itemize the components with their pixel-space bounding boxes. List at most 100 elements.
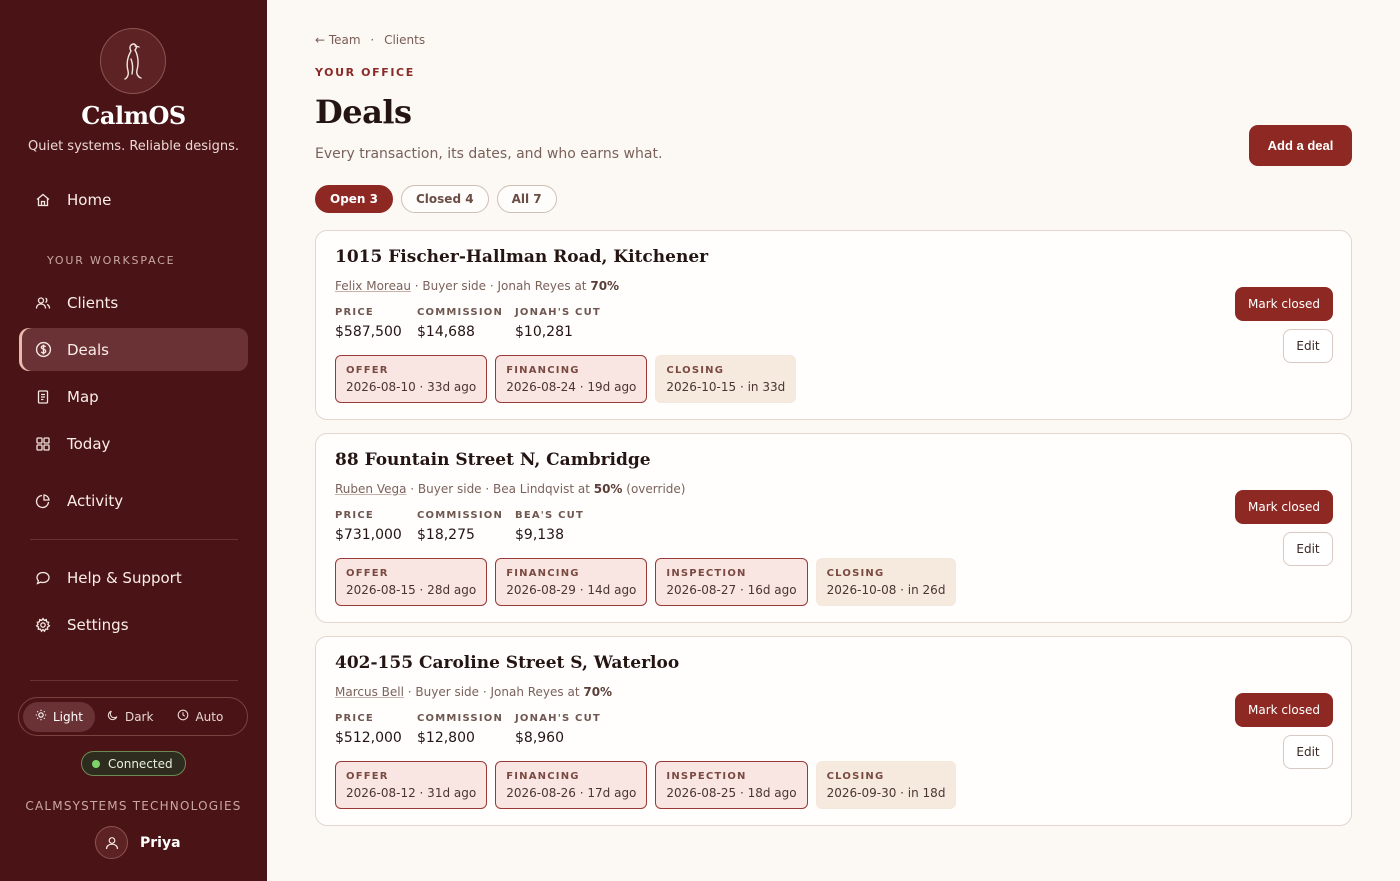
milestone-label: INSPECTION <box>666 567 747 579</box>
sidebar-item-settings[interactable]: Settings <box>19 603 248 646</box>
milestone-date: 2026-08-10 · 33d ago <box>346 379 477 394</box>
milestone-label: CLOSING <box>826 770 885 782</box>
sidebar-item-label: Help & Support <box>67 568 182 587</box>
sidebar: CalmOS Quiet systems. Reliable designs. … <box>0 0 267 881</box>
chart-icon <box>34 492 52 510</box>
workspace-section-label: YOUR WORKSPACE <box>47 254 176 267</box>
sidebar-item-deals[interactable]: Deals <box>19 328 248 371</box>
breadcrumb-clients-link[interactable]: Clients <box>384 33 425 47</box>
users-icon <box>34 294 52 312</box>
sidebar-item-label: Today <box>67 434 111 453</box>
stat-commission: COMMISSION $18,275 <box>417 510 504 543</box>
deal-meta: Ruben Vega · Buyer side · Bea Lindqvist … <box>335 482 685 496</box>
sidebar-item-label: Deals <box>67 340 109 359</box>
deal-client-link[interactable]: Felix Moreau <box>335 279 411 293</box>
page-title: Deals <box>315 93 412 131</box>
milestone-closing: CLOSING 2026-10-08 · in 26d <box>815 558 957 606</box>
breadcrumb: ← Team · Clients <box>315 33 425 47</box>
sidebar-divider <box>30 539 238 540</box>
penguin-logo-icon <box>124 43 142 80</box>
moon-icon <box>107 709 119 724</box>
sidebar-item-home[interactable]: Home <box>19 178 248 221</box>
milestone-label: OFFER <box>346 770 389 782</box>
sidebar-item-label: Home <box>67 190 112 209</box>
deal-address: 88 Fountain Street N, Cambridge <box>335 450 651 470</box>
dollar-icon <box>34 341 52 359</box>
mark-closed-button[interactable]: Mark closed <box>1235 693 1333 727</box>
deal-split-percent: 50% <box>593 482 623 496</box>
company-name: CALMSYSTEMS TECHNOLOGIES <box>25 799 242 813</box>
deal-side: · Buyer side · Bea Lindqvist at <box>406 482 594 496</box>
breadcrumb-back-link[interactable]: ← Team <box>315 33 361 47</box>
sidebar-item-map[interactable]: Map <box>19 375 248 418</box>
milestone-financing: FINANCING 2026-08-24 · 19d ago <box>495 355 648 403</box>
mark-closed-button[interactable]: Mark closed <box>1235 287 1333 321</box>
deal-side: · Buyer side · Jonah Reyes at <box>410 279 591 293</box>
milestone-offer: OFFER 2026-08-10 · 33d ago <box>335 355 488 403</box>
sidebar-item-today[interactable]: Today <box>19 422 248 465</box>
stat-label: COMMISSION <box>417 510 504 521</box>
chat-icon <box>34 569 52 587</box>
theme-auto-option[interactable]: Auto <box>165 702 235 732</box>
page-subtitle: Every transaction, its dates, and who ea… <box>315 146 663 162</box>
theme-dark-option[interactable]: Dark <box>95 702 165 732</box>
deal-meta: Marcus Bell · Buyer side · Jonah Reyes a… <box>335 685 612 699</box>
stat-label: JONAH'S CUT <box>515 713 601 724</box>
stat-value: $731,000 <box>335 527 402 543</box>
stat-commission: COMMISSION $12,800 <box>417 713 502 746</box>
status-dot-icon <box>92 759 100 768</box>
deal-filters: Open 3 Closed 4 All 7 <box>315 185 557 213</box>
edit-button[interactable]: Edit <box>1283 329 1333 363</box>
deal-card: 1015 Fischer-Hallman Road, Kitchener Fel… <box>315 230 1352 420</box>
milestone-closing: CLOSING 2026-09-30 · in 18d <box>815 761 957 809</box>
mark-closed-button[interactable]: Mark closed <box>1235 490 1333 524</box>
theme-light-label: Light <box>53 709 83 724</box>
deal-stats: PRICE $512,000 COMMISSION $12,800 JONAH'… <box>335 713 601 746</box>
document-icon <box>34 388 52 406</box>
grid-icon <box>34 435 52 453</box>
add-deal-button[interactable]: Add a deal <box>1249 125 1352 166</box>
milestone-label: CLOSING <box>826 567 885 579</box>
theme-auto-label: Auto <box>195 709 224 724</box>
filter-closed[interactable]: Closed 4 <box>401 185 489 213</box>
stat-label: PRICE <box>335 307 374 318</box>
milestone-date: 2026-10-15 · in 33d <box>666 379 786 394</box>
edit-button[interactable]: Edit <box>1283 735 1333 769</box>
milestone-inspection: INSPECTION 2026-08-25 · 18d ago <box>655 761 808 809</box>
milestone-date: 2026-08-12 · 31d ago <box>346 785 477 800</box>
stat-label: JONAH'S CUT <box>515 307 601 318</box>
sidebar-item-label: Activity <box>67 491 124 510</box>
stat-label: COMMISSION <box>417 307 504 318</box>
milestone-date: 2026-08-29 · 14d ago <box>506 582 637 597</box>
filter-open[interactable]: Open 3 <box>315 185 393 213</box>
theme-dark-label: Dark <box>124 709 154 724</box>
deal-split-percent: 70% <box>583 685 613 699</box>
theme-light-option[interactable]: Light <box>23 701 95 732</box>
user-name: Priya <box>140 834 181 851</box>
stat-value: $12,800 <box>417 730 475 746</box>
edit-button[interactable]: Edit <box>1283 532 1333 566</box>
sidebar-item-activity[interactable]: Activity <box>19 479 248 522</box>
milestone-closing: CLOSING 2026-10-15 · in 33d <box>655 355 797 403</box>
sidebar-item-label: Clients <box>67 293 119 312</box>
deal-client-link[interactable]: Marcus Bell <box>335 685 404 699</box>
milestone-label: FINANCING <box>506 567 580 579</box>
filter-all[interactable]: All 7 <box>496 185 557 213</box>
stat-value: $8,960 <box>515 730 564 746</box>
page-eyebrow: YOUR OFFICE <box>315 66 415 79</box>
sidebar-item-help[interactable]: Help & Support <box>19 556 248 599</box>
milestone-date: 2026-08-15 · 28d ago <box>346 582 477 597</box>
user-icon <box>105 836 118 849</box>
deal-client-link[interactable]: Ruben Vega <box>335 482 406 496</box>
user-profile[interactable]: Priya <box>95 826 181 859</box>
milestone-label: FINANCING <box>506 770 580 782</box>
deal-milestones: OFFER 2026-08-15 · 28d ago FINANCING 202… <box>335 558 957 606</box>
avatar <box>95 826 128 859</box>
breadcrumb-separator: · <box>370 33 375 47</box>
stat-value: $14,688 <box>417 324 475 340</box>
sidebar-item-clients[interactable]: Clients <box>19 281 248 324</box>
brand-tagline: Quiet systems. Reliable designs. <box>27 139 239 154</box>
stat-value: $10,281 <box>515 324 573 340</box>
deal-milestones: OFFER 2026-08-12 · 31d ago FINANCING 202… <box>335 761 957 809</box>
milestone-date: 2026-08-25 · 18d ago <box>666 785 797 800</box>
